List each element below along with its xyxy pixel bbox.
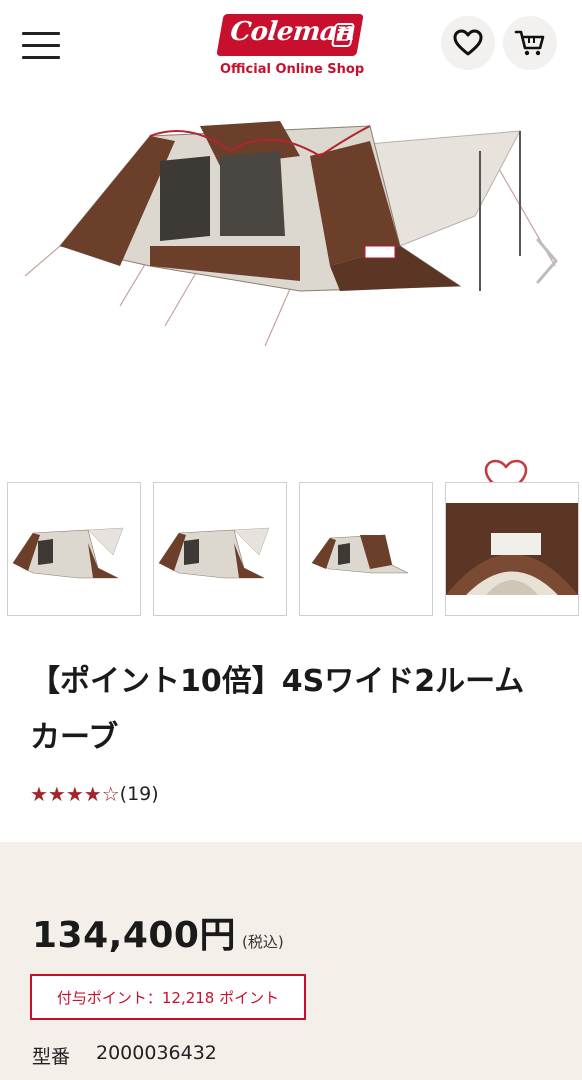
cart-icon bbox=[514, 30, 545, 56]
thumbnail-image bbox=[311, 534, 409, 574]
logo-subtitle: Official Online Shop bbox=[220, 62, 365, 77]
favorites-button[interactable] bbox=[441, 16, 495, 70]
thumbnail-1[interactable] bbox=[7, 482, 141, 616]
tax-label: (税込) bbox=[241, 933, 284, 951]
thumbnail-strip bbox=[7, 482, 579, 616]
thumbnail-2[interactable] bbox=[153, 482, 287, 616]
points-badge: 付与ポイント：12,218 ポイント bbox=[30, 974, 306, 1020]
model-label: 型番 bbox=[32, 1046, 71, 1068]
site-header: Coleman Official Online Shop bbox=[0, 0, 582, 92]
hamburger-menu-icon[interactable] bbox=[22, 30, 62, 62]
thumbnail-image bbox=[158, 527, 270, 579]
model-number: 2000036432 bbox=[96, 1042, 217, 1064]
lantern-icon bbox=[331, 23, 355, 47]
thumbnail-4[interactable] bbox=[445, 482, 579, 616]
rating-stars: ★★★★☆ bbox=[30, 782, 120, 806]
thumbnail-image bbox=[446, 503, 578, 595]
product-title: 【ポイント10倍】4Sワイド2ルームカーブ bbox=[30, 664, 525, 755]
tent-main-image bbox=[24, 121, 556, 347]
price-section: 134,400円 (税込) 付与ポイント：12,218 ポイント 型番 2000… bbox=[0, 842, 582, 1080]
price: 134,400円 bbox=[32, 915, 236, 956]
model-number-row: 型番 2000036432 bbox=[32, 1042, 217, 1069]
thumbnail-image bbox=[12, 527, 124, 579]
thumbnail-3[interactable] bbox=[299, 482, 433, 616]
product-image-carousel[interactable]: 296 bbox=[0, 96, 582, 526]
review-count: (19) bbox=[119, 783, 159, 805]
heart-icon bbox=[453, 29, 483, 56]
product-rating[interactable]: ★★★★☆ (19) bbox=[30, 782, 159, 806]
cart-button[interactable] bbox=[503, 16, 557, 70]
chevron-right-icon[interactable] bbox=[532, 236, 562, 286]
coleman-logo[interactable]: Coleman Official Online Shop bbox=[216, 14, 365, 77]
logo-badge: Coleman bbox=[216, 14, 364, 56]
price-row: 134,400円 (税込) bbox=[32, 906, 284, 958]
